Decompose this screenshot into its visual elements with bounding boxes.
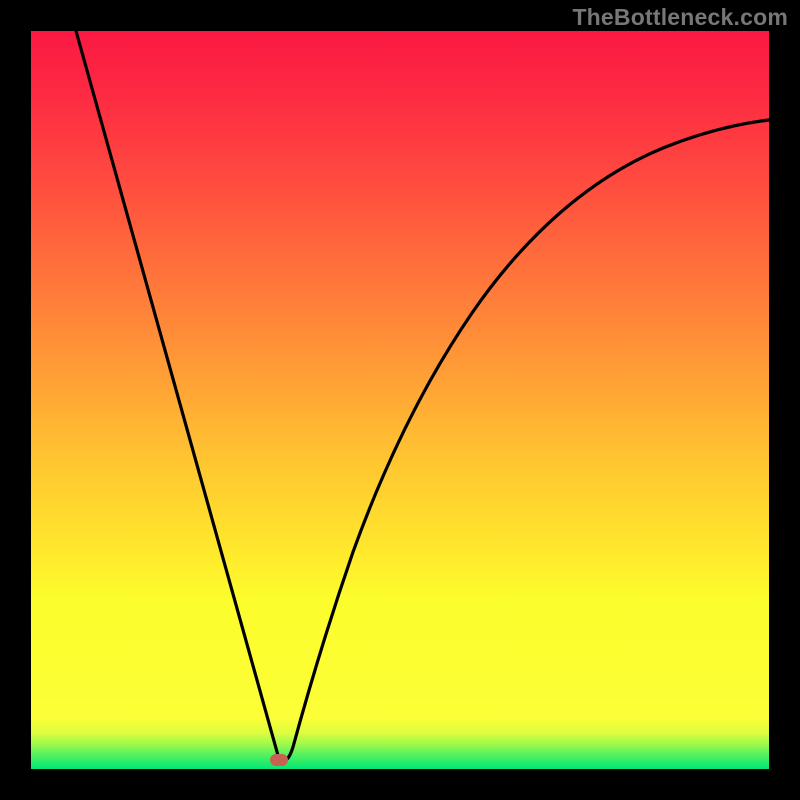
curve-layer — [31, 31, 769, 769]
minimum-marker — [270, 754, 288, 766]
plot-area — [31, 31, 769, 769]
chart-frame: TheBottleneck.com — [0, 0, 800, 800]
watermark-label: TheBottleneck.com — [572, 4, 788, 31]
bottleneck-curve — [76, 31, 769, 761]
